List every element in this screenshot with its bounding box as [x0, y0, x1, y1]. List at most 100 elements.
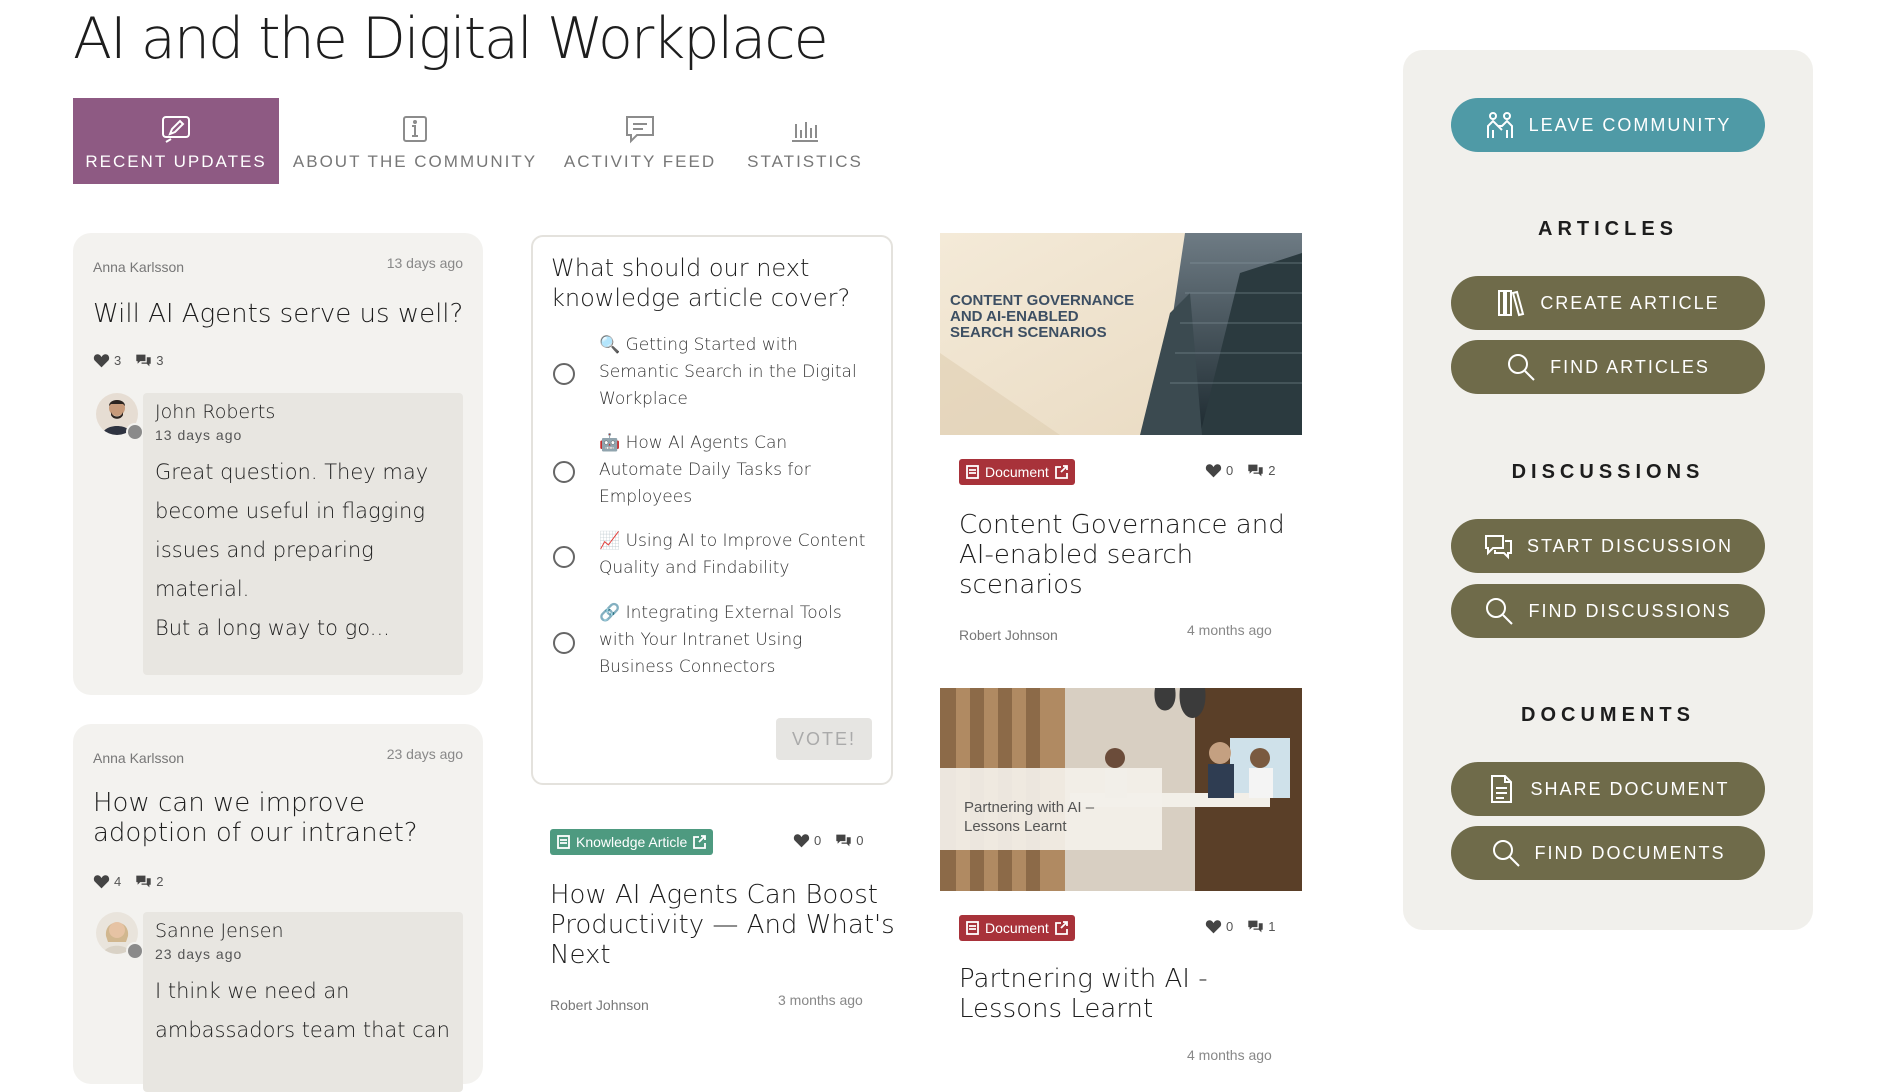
knowledge-article-badge[interactable]: Knowledge Article — [550, 829, 714, 855]
card-author[interactable]: Anna Karlsson — [93, 259, 184, 275]
comments-icon — [1248, 464, 1263, 477]
documents-heading: DOCUMENTS — [1521, 704, 1695, 726]
discussion-card[interactable]: Anna Karlsson 13 days ago Will AI Agents… — [73, 233, 483, 695]
books-icon — [1498, 290, 1525, 317]
find-articles-button[interactable]: FIND ARTICLES — [1451, 340, 1765, 394]
poll-radio[interactable] — [553, 363, 575, 385]
chart-emoji-icon: 📈 — [599, 531, 621, 551]
find-documents-button[interactable]: FIND DOCUMENTS — [1451, 826, 1765, 880]
article-author[interactable]: Robert Johnson — [550, 997, 649, 1013]
document-thumbnail[interactable]: Partnering with AI – Lessons Learnt — [940, 688, 1302, 891]
link-emoji-icon: 🔗 — [599, 603, 621, 623]
card-stats: 0 0 — [793, 833, 863, 848]
card-title[interactable]: Will AI Agents serve us well? — [93, 299, 463, 329]
tab-recent-updates[interactable]: RECENT UPDATES — [73, 98, 279, 184]
start-discussion-button[interactable]: START DISCUSSION — [1451, 519, 1765, 573]
card-title[interactable]: How can we improve adoption of our intra… — [93, 788, 418, 848]
poll-option[interactable]: 🤖 How AI Agents Can Automate Daily Tasks… — [599, 430, 811, 511]
like-count: 3 — [114, 353, 122, 368]
comment-count: 1 — [1268, 919, 1276, 934]
reply: John Roberts 13 days ago Great question.… — [143, 393, 463, 675]
poll-radio[interactable] — [553, 632, 575, 654]
create-article-button[interactable]: CREATE ARTICLE — [1451, 276, 1765, 330]
document-badge[interactable]: Document — [959, 459, 1075, 485]
document-icon — [557, 835, 570, 849]
poll-radio[interactable] — [553, 546, 575, 568]
poll-option[interactable]: 🔍 Getting Started with Semantic Search i… — [599, 332, 857, 413]
external-link-icon — [1054, 465, 1068, 479]
card-author[interactable]: Anna Karlsson — [93, 750, 184, 766]
poll-question: What should our next knowledge article c… — [551, 254, 851, 312]
comment-count: 2 — [156, 874, 164, 889]
edit-icon — [162, 116, 190, 143]
heart-icon — [1205, 920, 1222, 934]
comments-icon — [136, 875, 151, 888]
like-count: 0 — [814, 833, 822, 848]
comment-count: 3 — [156, 353, 164, 368]
bar-chart-icon — [792, 122, 818, 142]
find-discussions-button[interactable]: FIND DISCUSSIONS — [1451, 584, 1765, 638]
article-title[interactable]: How AI Agents Can Boost Productivity — A… — [550, 880, 895, 970]
document-author[interactable]: Robert Johnson — [959, 627, 1058, 643]
heart-icon — [93, 875, 110, 889]
share-document-button[interactable]: SHARE DOCUMENT — [1451, 762, 1765, 816]
reply: Sanne Jensen 23 days ago I think we need… — [143, 912, 463, 1092]
discussions-heading: DISCUSSIONS — [1511, 461, 1705, 483]
magnifier-emoji-icon: 🔍 — [599, 335, 621, 355]
tab-about-community[interactable]: ABOUT THE COMMUNITY — [292, 98, 538, 184]
people-icon — [1486, 112, 1513, 138]
search-icon — [1492, 840, 1520, 867]
community-sidebar: LEAVE COMMUNITY ARTICLES CREATE ARTICLE … — [1403, 50, 1813, 930]
like-count: 0 — [1226, 463, 1234, 478]
card-stats: 0 2 — [1205, 463, 1275, 478]
status-badge — [126, 423, 144, 441]
vote-button[interactable]: VOTE! — [776, 718, 872, 760]
poll-card: What should our next knowledge article c… — [531, 235, 893, 785]
tab-label: STATISTICS — [747, 152, 863, 171]
document-icon — [966, 921, 979, 935]
poll-option[interactable]: 🔗 Integrating External Tools with Your I… — [599, 600, 842, 681]
tab-activity-feed[interactable]: ACTIVITY FEED — [563, 98, 717, 184]
external-link-icon — [693, 835, 707, 849]
document-thumbnail[interactable]: CONTENT GOVERNANCE AND AI-ENABLED SEARCH… — [940, 233, 1302, 435]
poll-option[interactable]: 📈 Using AI to Improve Content Quality an… — [599, 528, 865, 582]
tab-label: RECENT UPDATES — [85, 152, 267, 171]
info-icon — [403, 116, 427, 142]
article-time: 3 months ago — [778, 992, 863, 1008]
document-title[interactable]: Content Governance and AI-enabled search… — [959, 510, 1285, 600]
tab-statistics[interactable]: STATISTICS — [740, 98, 870, 184]
document-icon — [1491, 775, 1513, 803]
reply-author[interactable]: Sanne Jensen — [155, 920, 451, 942]
thumbnail-caption: CONTENT GOVERNANCE AND AI-ENABLED SEARCH… — [950, 292, 1135, 341]
thumbnail-caption: Partnering with AI – Lessons Learnt — [964, 799, 1095, 835]
search-icon — [1508, 354, 1535, 381]
reply-time: 13 days ago — [155, 427, 243, 443]
search-icon — [1486, 598, 1514, 625]
document-title[interactable]: Partnering with AI - Lessons Learnt — [959, 964, 1208, 1024]
document-badge[interactable]: Document — [959, 915, 1075, 941]
card-stats: 4 2 — [93, 874, 163, 889]
heart-icon — [93, 354, 110, 368]
reply-author[interactable]: John Roberts — [155, 401, 451, 423]
document-icon — [966, 465, 979, 479]
leave-community-button[interactable]: LEAVE COMMUNITY — [1451, 98, 1765, 152]
comments-icon — [1248, 920, 1263, 933]
reply-time: 23 days ago — [155, 946, 243, 962]
card-stats: 3 3 — [93, 353, 163, 368]
comment-count: 2 — [1268, 463, 1276, 478]
discussion-icon — [1484, 535, 1512, 560]
tab-label: ACTIVITY FEED — [563, 152, 717, 171]
reply-text: Great question. They may become useful i… — [155, 460, 429, 640]
chat-icon — [626, 116, 654, 144]
articles-heading: ARTICLES — [1538, 218, 1678, 240]
discussion-card[interactable]: Anna Karlsson 23 days ago How can we imp… — [73, 724, 483, 1092]
comments-icon — [836, 834, 851, 847]
card-stats: 0 1 — [1205, 919, 1275, 934]
card-time: 13 days ago — [386, 255, 463, 271]
tab-label: ABOUT THE COMMUNITY — [292, 152, 538, 171]
heart-icon — [1205, 464, 1222, 478]
comments-icon — [136, 354, 151, 367]
card-time: 23 days ago — [386, 746, 463, 762]
heart-icon — [793, 834, 810, 848]
poll-radio[interactable] — [553, 461, 575, 483]
